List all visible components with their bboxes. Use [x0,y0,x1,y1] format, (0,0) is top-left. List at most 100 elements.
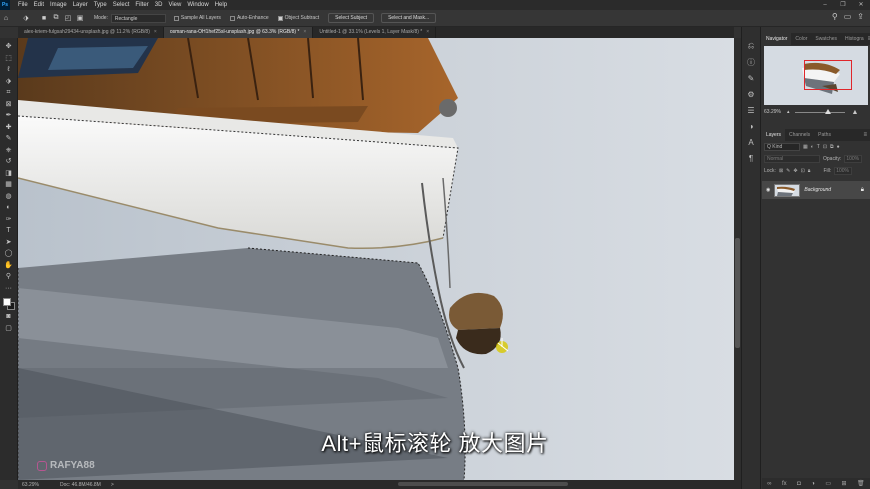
menu-layer[interactable]: Layer [70,0,91,10]
menu-image[interactable]: Image [47,0,70,10]
add-mask-icon[interactable]: ◘ [797,481,801,487]
dodge-icon[interactable]: ◐ [3,202,15,214]
slider-handle-icon[interactable] [825,108,832,114]
filter-adjust-icon[interactable]: ◐ [811,144,814,150]
lasso-icon[interactable]: ℓ [3,64,15,76]
workspace-icon[interactable]: ▭ [844,12,852,21]
foreground-color[interactable] [2,298,11,306]
tab-swatches[interactable]: Swatches [811,33,841,45]
filter-smart-icon[interactable]: ⧉ [830,144,834,150]
type-icon[interactable]: T [3,225,15,237]
close-icon[interactable]: × [154,29,157,35]
tab-navigator[interactable]: Navigator [762,33,792,45]
layer-style-icon[interactable]: fx [782,481,787,487]
new-group-icon[interactable]: ▭ [825,480,831,487]
filter-shape-icon[interactable]: ⊡ [823,144,827,150]
opacity-field[interactable]: 100% [844,155,863,163]
auto-enhance-checkbox[interactable]: Auto-Enhance [229,15,269,21]
layer-name[interactable]: Background [804,187,831,193]
minimize-icon[interactable]: – [816,0,834,10]
menu-file[interactable]: File [15,0,31,10]
menu-3d[interactable]: 3D [152,0,166,10]
new-selection-icon[interactable]: ■ [38,12,50,24]
lock-icon[interactable]: 🔒︎ [861,187,864,194]
mode-select[interactable]: Rectangle [110,13,166,23]
zoom-in-icon[interactable]: ▲ [851,109,858,116]
menu-type[interactable]: Type [91,0,110,10]
clone-stamp-icon[interactable]: ⎈ [3,145,15,157]
delete-layer-icon[interactable]: 🗑︎ [857,480,865,487]
menu-view[interactable]: View [165,0,184,10]
path-select-icon[interactable]: ➤ [3,237,15,249]
scrollbar-thumb[interactable] [735,238,740,348]
styles-icon[interactable]: ◑ [744,119,758,133]
subtract-selection-icon[interactable]: ◰ [62,12,74,24]
close-icon[interactable]: × [426,29,429,35]
move-icon[interactable]: ✥ [3,41,15,53]
lock-pixels-icon[interactable]: ⊠ [779,168,783,174]
frame-icon[interactable]: ⊠ [3,99,15,111]
select-subject-button[interactable]: Select Subject [328,13,375,23]
marquee-icon[interactable]: ⬚ [3,53,15,65]
lock-all-icon[interactable]: 🔒︎ [808,168,811,174]
close-icon[interactable]: × [303,29,306,35]
share-icon[interactable]: ⇪ [857,12,864,21]
tab-color[interactable]: Color [791,33,811,45]
menu-filter[interactable]: Filter [132,0,151,10]
quick-mask-icon[interactable]: ◙ [3,311,15,323]
history-icon[interactable]: ⎌ [744,39,758,53]
crop-icon[interactable]: ⌗ [3,87,15,99]
doc-tab-active[interactable]: osman-rana-OH1hef25sl-unsplash.jpg @ 63.… [163,27,314,38]
tab-layers[interactable]: Layers [762,129,786,141]
add-selection-icon[interactable]: ⧉ [50,12,62,24]
color-swatches[interactable] [2,297,16,311]
fill-field[interactable]: 100% [834,167,853,175]
gradient-icon[interactable]: ▦ [3,179,15,191]
screen-mode-icon[interactable]: ▢ [3,323,15,335]
healing-icon[interactable]: ✚ [3,122,15,134]
tab-channels[interactable]: Channels [785,129,814,141]
layer-row-background[interactable]: ◉ Background 🔒︎ [762,181,870,199]
adjustment-layer-icon[interactable]: ◑ [811,481,815,487]
adjustments-icon[interactable]: ⚙ [744,87,758,101]
sample-all-layers-checkbox[interactable]: Sample All Layers [173,15,221,21]
home-icon[interactable]: ⌂ [0,12,12,24]
doc-tab[interactable]: alex-kriem-fulgsah29434-unsplash.jpg @ 1… [18,27,164,38]
properties-icon[interactable]: ☰ [744,103,758,117]
blur-icon[interactable]: ◍ [3,191,15,203]
filter-toggle-icon[interactable]: ● [837,144,840,150]
blend-mode-select[interactable]: Normal [764,155,820,163]
close-icon[interactable]: ✕ [852,0,870,10]
zoom-out-icon[interactable]: ▴ [787,109,790,115]
new-layer-icon[interactable]: ⊞ [842,480,847,487]
brush-icon[interactable]: ✎ [3,133,15,145]
filter-pixel-icon[interactable]: ▦ [803,144,808,150]
menu-window[interactable]: Window [184,0,211,10]
select-and-mask-button[interactable]: Select and Mask... [381,13,437,23]
document-canvas[interactable] [18,38,734,480]
zoom-level[interactable]: 63.29% [18,482,46,488]
search-icon[interactable]: ⚲ [832,12,838,21]
tab-histogram[interactable]: Histogra [841,33,868,45]
link-layers-icon[interactable]: ∞ [767,481,771,487]
filter-type-icon[interactable]: T [817,144,820,150]
navigator-zoom-value[interactable]: 63.29% [764,109,781,115]
eye-icon[interactable]: ◉ [766,187,770,193]
tab-paths[interactable]: Paths [814,129,835,141]
lock-artboard-icon[interactable]: ⊡ [801,168,805,174]
lock-paint-icon[interactable]: ✎ [786,168,790,174]
object-select-icon[interactable]: ⬗ [3,76,15,88]
panel-menu-icon[interactable]: ≡ [863,132,867,138]
doc-tab[interactable]: Untitled-1 @ 33.1% (Levels 1, Layer Mask… [313,27,437,38]
character-icon[interactable]: A [744,135,758,149]
menu-edit[interactable]: Edit [31,0,47,10]
history-brush-icon[interactable]: ↺ [3,156,15,168]
object-subtract-checkbox[interactable]: Object Subtract [277,15,319,21]
more-icons[interactable]: ··· [3,283,15,295]
horizontal-scrollbar[interactable] [398,482,568,486]
navigator-zoom-slider[interactable] [795,108,846,114]
navigator-view-rect[interactable] [804,60,852,90]
eyedropper-icon[interactable]: ✒ [3,110,15,122]
restore-icon[interactable]: ❐ [834,0,852,10]
lock-position-icon[interactable]: ✥ [793,168,797,174]
